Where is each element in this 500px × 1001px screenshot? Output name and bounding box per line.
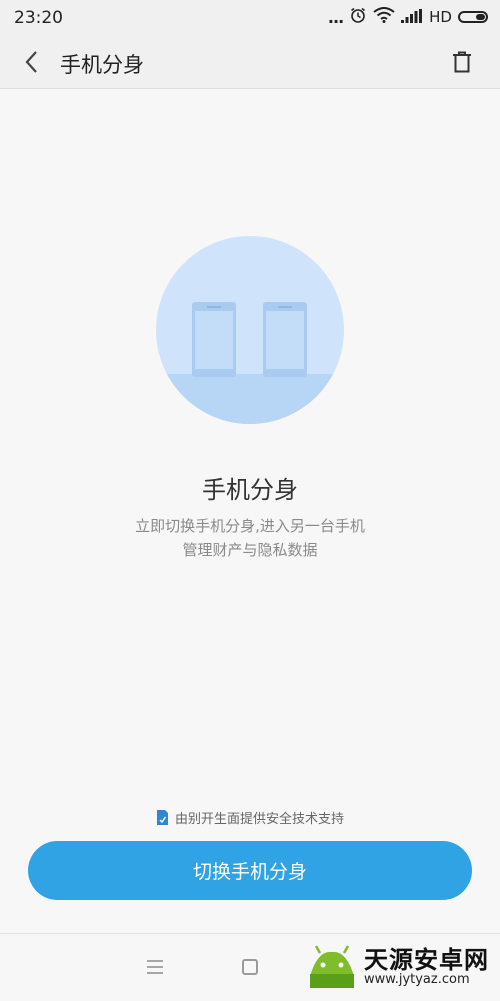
signal-icon [401,8,423,27]
status-time: 23:20 [14,8,63,28]
page-title: 手机分身 [60,53,144,77]
description-line-2: 管理财产与隐私数据 [182,541,318,559]
phone-right-icon [263,302,307,377]
android-logo-icon [310,945,354,988]
security-note: 由别开生面提供安全技术支持 [0,808,500,827]
back-button[interactable] [16,46,48,78]
alarm-icon [349,6,367,28]
title-bar: 手机分身 [0,36,500,89]
status-icons: ... HD [328,6,488,28]
feature-heading: 手机分身 [202,476,298,504]
watermark-url: www.jytyaz.com [364,972,470,987]
description-line-1: 立即切换手机分身,进入另一台手机 [135,517,365,535]
network-type: HD [429,8,452,26]
site-watermark: 天源安卓网 www.jytyaz.com [306,944,489,990]
menu-icon[interactable] [144,958,166,976]
status-bar: 23:20 ... HD [0,0,500,36]
watermark-text: 天源安卓网 www.jytyaz.com [364,947,489,987]
security-note-text: 由别开生面提供安全技术支持 [174,812,344,827]
home-icon[interactable] [242,959,258,975]
delete-button[interactable] [446,46,478,78]
switch-clone-button[interactable]: 切换手机分身 [28,841,472,900]
battery-icon [458,11,488,23]
more-dots: ... [327,7,344,27]
wifi-icon [373,7,395,27]
trash-icon [453,51,471,73]
feature-description: 立即切换手机分身,进入另一台手机 管理财产与隐私数据 [0,514,500,562]
back-arrow-icon [25,51,37,73]
two-phones-illustration [156,236,344,424]
phone-left-icon [192,302,236,377]
watermark-title: 天源安卓网 [364,946,489,974]
shield-document-icon [156,810,168,825]
